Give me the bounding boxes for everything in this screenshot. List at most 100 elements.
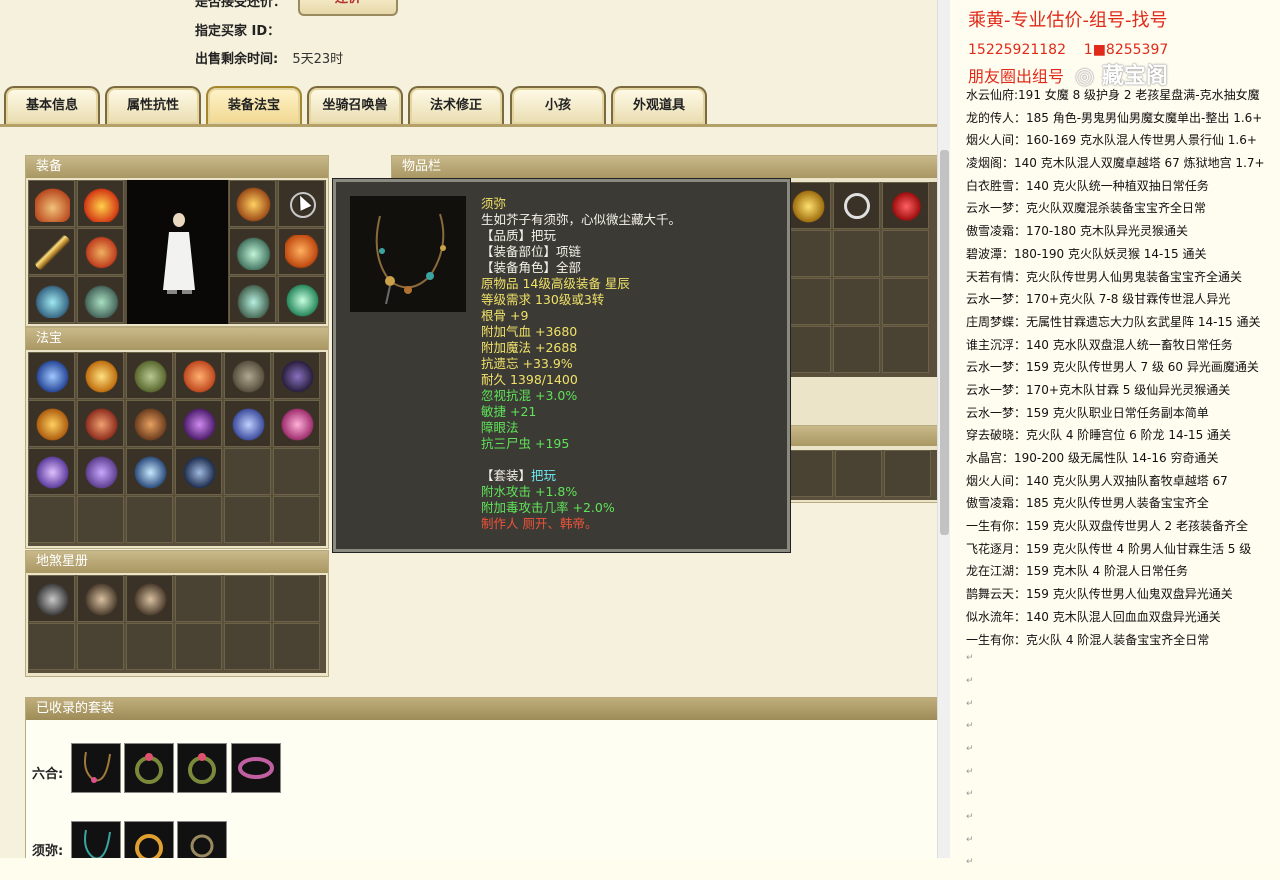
equip-slot-armor[interactable] [77,228,124,275]
star-card-empty[interactable] [224,623,271,670]
set-item-bracelet[interactable] [231,743,281,793]
equip-slot-fan[interactable] [28,276,75,323]
equip-slot-helmet[interactable] [28,180,75,227]
return-mark: ↵ [966,675,974,686]
star-card-empty[interactable] [126,623,173,670]
star-card-slot[interactable] [28,575,75,622]
inventory-slot[interactable] [833,182,880,229]
inventory-slot-empty[interactable] [784,326,831,373]
star-card-empty[interactable] [273,575,320,622]
tab-equipment[interactable]: 装备法宝 [206,86,302,124]
ring-icon [135,753,163,784]
treasure-slot[interactable] [77,400,124,447]
inventory-slot[interactable] [784,182,831,229]
vertical-scrollbar[interactable] [937,0,951,858]
treasure-slot-empty[interactable] [126,496,173,543]
star-card-slot[interactable] [77,575,124,622]
item-tooltip-text: 须弥 生如芥子有须弥，心似微尘藏大千。 【品质】把玩 【装备部位】项链 【装备角… [481,196,681,532]
treasure-slot-empty[interactable] [273,496,320,543]
bargain-button[interactable]: 还价 [298,0,398,16]
robe-icon [84,235,119,270]
tab-children[interactable]: 小孩 [510,86,606,124]
notes-phones: 15225921182 1■8255397 [968,42,1168,58]
character-figure-icon [163,213,195,294]
equip-slot-boots[interactable] [77,276,124,323]
inventory-slot-empty[interactable] [833,230,880,277]
item-set-bonus: 附水攻击 +1.8% [481,484,578,499]
treasure-slot[interactable] [224,352,271,399]
tab-appearance[interactable]: 外观道具 [611,86,707,124]
equip-slot-belt[interactable] [229,276,276,323]
inventory-slot-empty[interactable] [833,278,880,325]
treasure-slot[interactable] [273,400,320,447]
equip-slot-orb[interactable] [278,228,325,275]
treasure-slot-empty[interactable] [224,448,271,495]
equip-slot-mask[interactable] [229,180,276,227]
item-stat: 敏捷 +21 [481,404,537,419]
notes-panel: 乘黄-专业估价-组号-找号 15225921182 1■8255397 朋友圈出… [950,0,1280,867]
tab-mounts-pets[interactable]: 坐骑召唤兽 [307,86,403,124]
treasure-slot-empty[interactable] [175,496,222,543]
inventory-slot-empty[interactable] [884,450,931,497]
set-item-ring[interactable] [124,821,174,858]
treasure-slot[interactable] [77,448,124,495]
ring-icon [188,753,216,784]
inventory-slot-empty[interactable] [833,326,880,373]
star-card-empty[interactable] [273,623,320,670]
set-item-necklace[interactable] [71,743,121,793]
inventory-slot-empty[interactable] [786,450,833,497]
inventory-slot-empty[interactable] [882,230,929,277]
star-card-slot[interactable] [126,575,173,622]
star-card-empty[interactable] [28,623,75,670]
ruby-icon [889,189,924,224]
treasure-slot[interactable] [28,400,75,447]
treasure-slot[interactable] [28,352,75,399]
star-card-empty[interactable] [224,575,271,622]
inventory-slot[interactable] [882,182,929,229]
star-card-empty[interactable] [175,623,222,670]
scrollbar-thumb[interactable] [940,150,949,535]
tab-attributes[interactable]: 属性抗性 [105,86,201,124]
orb-icon [285,235,320,270]
tab-spell-mods[interactable]: 法术修正 [408,86,504,124]
treasure-header: 法宝 [26,328,328,350]
inventory-slot-empty[interactable] [882,278,929,325]
treasure-slot[interactable] [175,448,222,495]
treasure-slot[interactable] [126,352,173,399]
notes-line: 白衣胜雪：140 克火队统一种植双抽日常任务 [966,178,1209,193]
set-item-ring[interactable] [124,743,174,793]
star-card-empty[interactable] [77,623,124,670]
return-mark: ↵ [966,743,974,754]
equip-slot-jade[interactable] [278,276,325,323]
treasure-slot[interactable] [273,352,320,399]
set-item-necklace[interactable] [71,821,121,858]
treasure-slot[interactable] [77,352,124,399]
inventory-slot-empty[interactable] [784,230,831,277]
treasure-slot[interactable] [224,400,271,447]
claw-icon [35,359,70,394]
treasure-slot[interactable] [28,448,75,495]
treasure-slot-empty[interactable] [28,496,75,543]
tablet-icon [231,359,266,394]
blade-icon [182,455,217,490]
sets-header: 已收录的套装 [26,698,937,720]
treasure-slot-empty[interactable] [224,496,271,543]
inventory-slot-empty[interactable] [882,326,929,373]
boots-icon [84,283,119,318]
treasure-slot-empty[interactable] [273,448,320,495]
tab-basic-info[interactable]: 基本信息 [4,86,100,124]
equip-slot-crown[interactable] [77,180,124,227]
inventory-slot-empty[interactable] [835,450,882,497]
treasure-slot[interactable] [175,352,222,399]
star-card-empty[interactable] [175,575,222,622]
treasure-slot[interactable] [126,448,173,495]
equip-slot-ring[interactable] [229,228,276,275]
set-item-pendant[interactable] [177,821,227,858]
inventory-slot-empty[interactable] [784,278,831,325]
treasure-slot[interactable] [175,400,222,447]
equip-slot-weapon[interactable] [28,228,75,275]
treasure-slot[interactable] [126,400,173,447]
set-item-ring[interactable] [177,743,227,793]
equipment-panel: 装备 [25,155,329,327]
treasure-slot-empty[interactable] [77,496,124,543]
